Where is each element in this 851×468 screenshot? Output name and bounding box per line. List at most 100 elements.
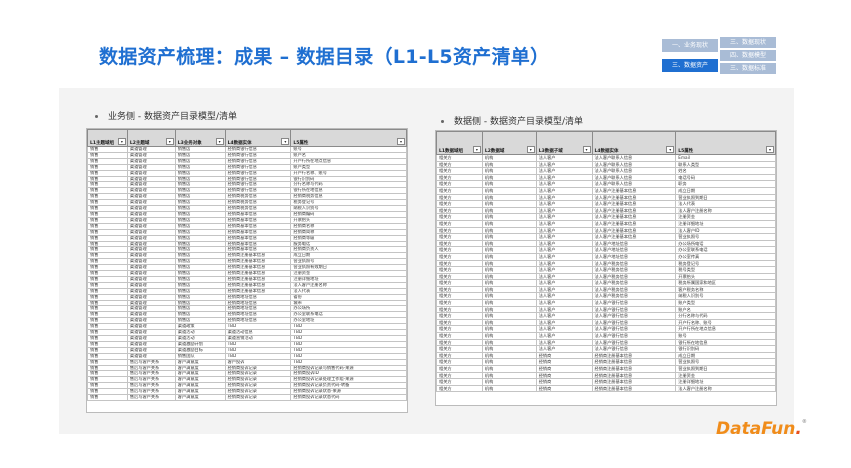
column-header[interactable]: L3数据子域 ▾ xyxy=(535,131,593,155)
table-cell[interactable]: 经销商注册基本信息 xyxy=(591,351,677,360)
table-cell[interactable]: 相关方 xyxy=(436,292,483,301)
table-cell[interactable]: 经销商 xyxy=(535,351,593,360)
table-cell[interactable]: 法人客户 xyxy=(535,325,593,334)
table-cell[interactable]: 法人客户 xyxy=(535,338,593,347)
table-cell[interactable]: 机构 xyxy=(481,167,537,175)
table-cell[interactable]: 相关方 xyxy=(436,272,483,281)
table-cell[interactable]: 法人客户银行信息 xyxy=(591,338,677,347)
table-cell[interactable]: 相关方 xyxy=(436,378,483,386)
table-cell[interactable]: 法人客户ID xyxy=(675,226,776,235)
table-cell[interactable]: 相关方 xyxy=(436,259,483,268)
table-cell[interactable]: 法人客户联系人信息 xyxy=(591,154,677,162)
table-cell[interactable]: 法人客户税务信息 xyxy=(591,272,677,281)
table-cell[interactable]: 注册资金 xyxy=(675,371,776,380)
filter-dropdown-icon[interactable]: ▾ xyxy=(766,146,774,153)
table-cell[interactable]: 机构 xyxy=(481,252,537,261)
table-row[interactable]: 相关方 机构 经销商 经销商注册基本信息 注册详细地址 xyxy=(436,378,776,386)
table-cell[interactable]: 注册资金 xyxy=(675,213,776,221)
table-row[interactable]: 相关方 机构 经销商 经销商注册基本信息 注册资金 xyxy=(436,371,776,380)
table-cell[interactable]: 机构 xyxy=(481,160,537,169)
nav-item-business-status[interactable]: 一、业务现状 xyxy=(662,39,718,52)
table-cell[interactable]: 税务所属国家和地区 xyxy=(675,279,776,287)
table-cell[interactable]: 相关方 xyxy=(436,186,483,195)
table-cell[interactable]: 法人客户地址信息 xyxy=(591,246,677,254)
table-row[interactable]: 相关方 机构 法人客户 法人客户注册基本信息 法人代表 xyxy=(436,200,776,208)
table-cell[interactable]: 电话号码 xyxy=(675,173,776,182)
table-cell[interactable]: 法人客户银行信息 xyxy=(591,332,677,340)
table-cell[interactable]: 法人客户联系人信息 xyxy=(591,167,677,175)
table-cell[interactable]: 相关方 xyxy=(436,239,483,248)
table-cell[interactable]: 机构 xyxy=(481,285,537,294)
table-cell[interactable]: 法人客户注册基本信息 xyxy=(591,206,677,215)
column-header[interactable]: L2主题域 ▾ xyxy=(126,129,176,147)
table-row[interactable]: 相关方 机构 法人客户 法人客户联系人信息 联系人类型 xyxy=(436,160,776,169)
table-cell[interactable]: 相关方 xyxy=(436,219,483,228)
table-cell[interactable]: 相关方 xyxy=(436,200,483,208)
table-row[interactable]: 销售 售后与客户关系 客户满意度 经销商投诉记录 经销商投诉记录状态代码 xyxy=(87,394,407,401)
table-cell[interactable]: 税务登记号 xyxy=(675,259,776,268)
table-cell[interactable]: 法人客户银行信息 xyxy=(591,325,677,334)
table-cell[interactable]: 账户名 xyxy=(675,305,776,314)
table-row[interactable]: 相关方 机构 法人客户 法人客户注册基本信息 法人客户ID xyxy=(436,226,776,235)
table-row[interactable]: 相关方 机构 法人客户 法人客户联系人信息 职务 xyxy=(436,180,776,188)
table-cell[interactable]: 账户类型 xyxy=(675,299,776,307)
column-header[interactable]: L5属性 ▾ xyxy=(290,129,407,147)
table-cell[interactable]: 机构 xyxy=(481,332,537,340)
table-cell[interactable]: 相关方 xyxy=(436,173,483,182)
table-row[interactable]: 相关方 机构 法人客户 法人客户银行信息 分行名称与代码 xyxy=(436,312,776,320)
nav-item-data-assets[interactable]: 三、数据资产 xyxy=(662,59,718,72)
table-cell[interactable]: 机构 xyxy=(481,345,537,353)
table-row[interactable]: 相关方 机构 法人客户 法人客户税务信息 税务所属国家和地区 xyxy=(436,279,776,287)
column-header[interactable]: L5属性 ▾ xyxy=(675,131,776,155)
table-cell[interactable]: 法人客户 xyxy=(535,292,593,301)
table-cell[interactable]: 机构 xyxy=(481,266,537,274)
table-cell[interactable]: 机构 xyxy=(481,312,537,320)
table-row[interactable]: 相关方 机构 法人客户 法人客户税务信息 客户税务名称 xyxy=(436,285,776,294)
table-cell[interactable]: 相关方 xyxy=(436,312,483,320)
table-cell[interactable]: 法人客户 xyxy=(535,200,593,208)
table-cell[interactable]: 销售 xyxy=(87,394,128,401)
table-cell[interactable]: 营业执照号 xyxy=(675,233,776,241)
table-row[interactable]: 相关方 机构 经销商 经销商注册基本信息 成立日期 xyxy=(436,351,776,360)
table-cell[interactable]: 姓名 xyxy=(675,167,776,175)
table-cell[interactable]: 机构 xyxy=(481,351,537,360)
table-cell[interactable]: 法人客户银行信息 xyxy=(591,318,677,327)
table-cell[interactable]: 法人客户税务信息 xyxy=(591,292,677,301)
table-cell[interactable]: 法人客户 xyxy=(535,193,593,202)
table-cell[interactable]: 法人客户注册基本信息 xyxy=(591,213,677,221)
table-cell[interactable]: 经销商注册基本信息 xyxy=(591,384,677,393)
filter-dropdown-icon[interactable]: ▾ xyxy=(526,146,535,153)
table-cell[interactable]: 法人客户 xyxy=(535,246,593,254)
table-cell[interactable]: 相关方 xyxy=(436,371,483,380)
table-cell[interactable]: 税号类型 xyxy=(675,266,776,274)
table-cell[interactable]: 机构 xyxy=(481,299,537,307)
table-cell[interactable]: 机构 xyxy=(481,378,537,386)
table-cell[interactable]: 分行名称与代码 xyxy=(675,312,776,320)
table-cell[interactable]: 开户行名称、账号 xyxy=(675,318,776,327)
table-cell[interactable]: 机构 xyxy=(481,305,537,314)
table-cell[interactable]: 机构 xyxy=(481,226,537,235)
table-cell[interactable]: 经销商投诉记录 xyxy=(224,394,292,401)
table-row[interactable]: 相关方 机构 法人客户 法人客户税务信息 税务登记号 xyxy=(436,259,776,268)
table-cell[interactable]: 法人客户 xyxy=(535,186,593,195)
table-cell[interactable]: 相关方 xyxy=(436,285,483,294)
table-cell[interactable]: 机构 xyxy=(481,173,537,182)
table-cell[interactable]: 相关方 xyxy=(436,266,483,274)
table-cell[interactable]: 机构 xyxy=(481,213,537,221)
filter-dropdown-icon[interactable]: ▾ xyxy=(281,138,290,145)
table-cell[interactable]: 开户行所在地点信息 xyxy=(675,325,776,334)
data-asset-table[interactable]: L1数据域组 ▾ L2数据域 ▾ L3数据子域 ▾ L4数据实体 ▾ L5属性 ▾ 相关方 机构 法人客… xyxy=(435,130,777,406)
table-cell[interactable]: 机构 xyxy=(481,318,537,327)
table-cell[interactable]: 法人客户注册名称 xyxy=(675,206,776,215)
table-cell[interactable]: 法人客户 xyxy=(535,233,593,241)
table-cell[interactable]: 机构 xyxy=(481,325,537,334)
table-cell[interactable]: 机构 xyxy=(481,154,537,162)
table-cell[interactable]: 法人客户 xyxy=(535,299,593,307)
table-cell[interactable]: 法人客户 xyxy=(535,219,593,228)
column-header[interactable]: L4数据实体 ▾ xyxy=(224,129,292,147)
table-cell[interactable]: 相关方 xyxy=(436,332,483,340)
table-cell[interactable]: 经销商 xyxy=(535,358,593,366)
table-row[interactable]: 相关方 机构 法人客户 法人客户注册基本信息 注册资金 xyxy=(436,213,776,221)
table-cell[interactable]: 法人客户 xyxy=(535,239,593,248)
column-header[interactable]: L3业务对象 ▾ xyxy=(174,129,226,147)
